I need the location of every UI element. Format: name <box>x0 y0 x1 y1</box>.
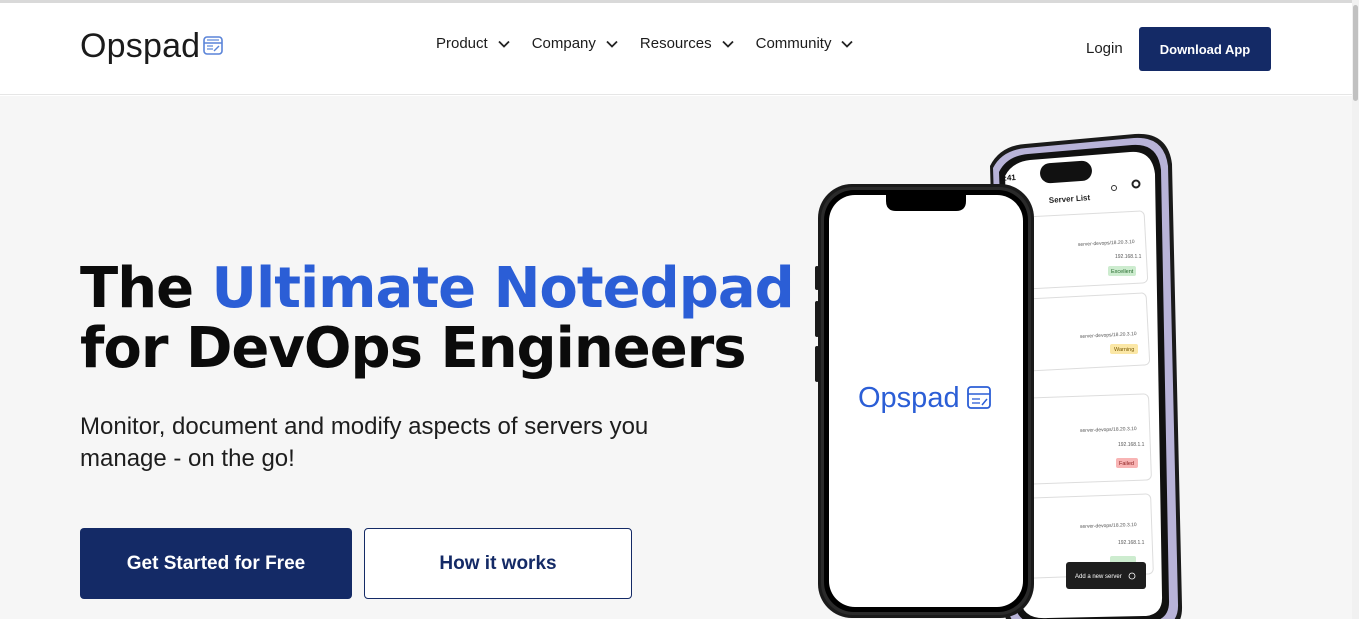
download-app-button[interactable]: Download App <box>1139 27 1271 71</box>
chevron-down-icon <box>498 40 510 48</box>
nav-item-label: Resources <box>639 35 712 52</box>
scrollbar-thumb[interactable] <box>1353 5 1358 101</box>
chevron-down-icon <box>606 40 618 48</box>
server-ip: 192.168.1.1 <box>1118 442 1145 448</box>
server-notepad-icon <box>203 36 224 55</box>
hero-subtitle: Monitor, document and modify aspects of … <box>80 413 649 472</box>
nav-item-community[interactable]: Community <box>756 35 854 52</box>
nav-item-label: Product <box>436 35 488 52</box>
brand-name: Opspad <box>80 27 201 65</box>
phone-mockups: 9:41 Server List server-devops/18.20.3.1… <box>815 133 1183 619</box>
nav-item-product[interactable]: Product <box>436 35 510 52</box>
hero-section: The Ultimate Notedpad for DevOps Enginee… <box>0 96 1352 619</box>
chevron-down-icon <box>721 40 734 48</box>
server-card: server-devops/18.20.3.10 192.168.1.1 Fai… <box>1024 393 1152 485</box>
hero-title: The Ultimate Notedpad for DevOps Enginee… <box>80 256 795 381</box>
server-ip: 192.168.1.1 <box>1118 540 1145 546</box>
page-scrollbar[interactable] <box>1352 0 1359 619</box>
how-it-works-button[interactable]: How it works <box>364 528 632 599</box>
nav-item-label: Community <box>755 35 832 52</box>
phone-logo-text: Opspad <box>858 382 960 414</box>
get-started-button[interactable]: Get Started for Free <box>80 528 352 599</box>
hero-title-part1: The <box>80 256 212 321</box>
status-badge: Excellent <box>1111 269 1134 275</box>
nav-item-label: Company <box>531 35 596 52</box>
nav-item-company[interactable]: Company <box>532 35 618 52</box>
server-card: server-devops/18.20.3.10 Warning <box>1021 292 1151 372</box>
status-bar-time: 9:41 <box>1000 173 1017 183</box>
hero-title-part2: for DevOps Engineers <box>80 316 747 381</box>
server-card: server-devops/18.20.3.10 192.168.1.1 Exc… <box>1019 210 1149 290</box>
brand-logo[interactable]: Opspad <box>80 27 224 65</box>
add-server-label: Add a new server <box>1075 574 1122 580</box>
main-nav: Product Company Resources Community <box>436 35 854 52</box>
chevron-down-icon <box>841 40 854 48</box>
add-server-button: Add a new server <box>1066 562 1146 589</box>
server-ip: 192.168.1.1 <box>1115 254 1142 260</box>
hero-title-accent: Ultimate Notedpad <box>211 256 795 321</box>
phone-front: Opspad <box>815 184 1034 618</box>
status-badge: Failed <box>1119 461 1134 467</box>
status-badge: Warning <box>1114 347 1134 353</box>
site-header: Opspad Product Company Resources Communi… <box>0 3 1352 95</box>
login-link[interactable]: Login <box>1086 40 1123 57</box>
nav-item-resources[interactable]: Resources <box>640 35 734 52</box>
